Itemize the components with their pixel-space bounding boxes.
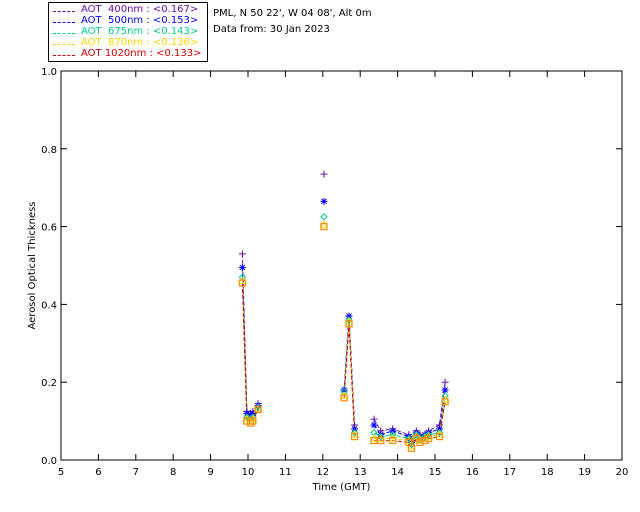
y-tick-label: 0.2 [41,378,57,389]
x-tick-label: 12 [316,467,329,478]
data-point-400nm [238,250,246,258]
data-point-500nm [238,263,246,271]
x-tick-label: 7 [133,467,139,478]
x-tick-label: 17 [503,467,516,478]
x-tick-label: 16 [466,467,479,478]
x-axis-label: Time (GMT) [312,482,371,493]
x-tick-label: 11 [279,467,292,478]
series-line-4 [343,323,356,437]
x-tick-label: 13 [354,467,367,478]
series-line-0 [373,382,446,442]
data-point-400nm [441,378,449,386]
x-tick-label: 18 [541,467,554,478]
aot-chart: 5 6 7 8 9 10 11 12 13 14 15 16 17 18 19 20 0.0 0.2 0.4 0.6 0… [27,67,629,493]
x-tick-label: 6 [95,467,101,478]
data-point-500nm [389,427,397,435]
x-tick-label: 19 [578,467,591,478]
y-axis-label: Aerosol Optical Thickness [27,201,38,329]
x-tick-label: 10 [242,467,255,478]
y-tick-label: 0.0 [41,456,57,467]
x-tick-label: 5 [58,467,64,478]
data-point-675nm [320,213,328,221]
x-tick-label: 20 [616,467,629,478]
y-tick-label: 0.4 [41,300,57,311]
y-tick-label: 0.8 [41,145,57,156]
x-tick-label: 14 [391,467,404,478]
data-point-500nm [320,197,328,205]
data-point-400nm [320,170,328,178]
x-tick-label: 8 [170,467,176,478]
y-tick-label: 1.0 [41,67,57,78]
x-tick-label: 15 [429,467,442,478]
x-tick-label: 9 [207,467,213,478]
y-tick-label: 0.6 [41,223,57,234]
data-point-500nm [370,421,378,429]
plot-frame [60,70,623,461]
